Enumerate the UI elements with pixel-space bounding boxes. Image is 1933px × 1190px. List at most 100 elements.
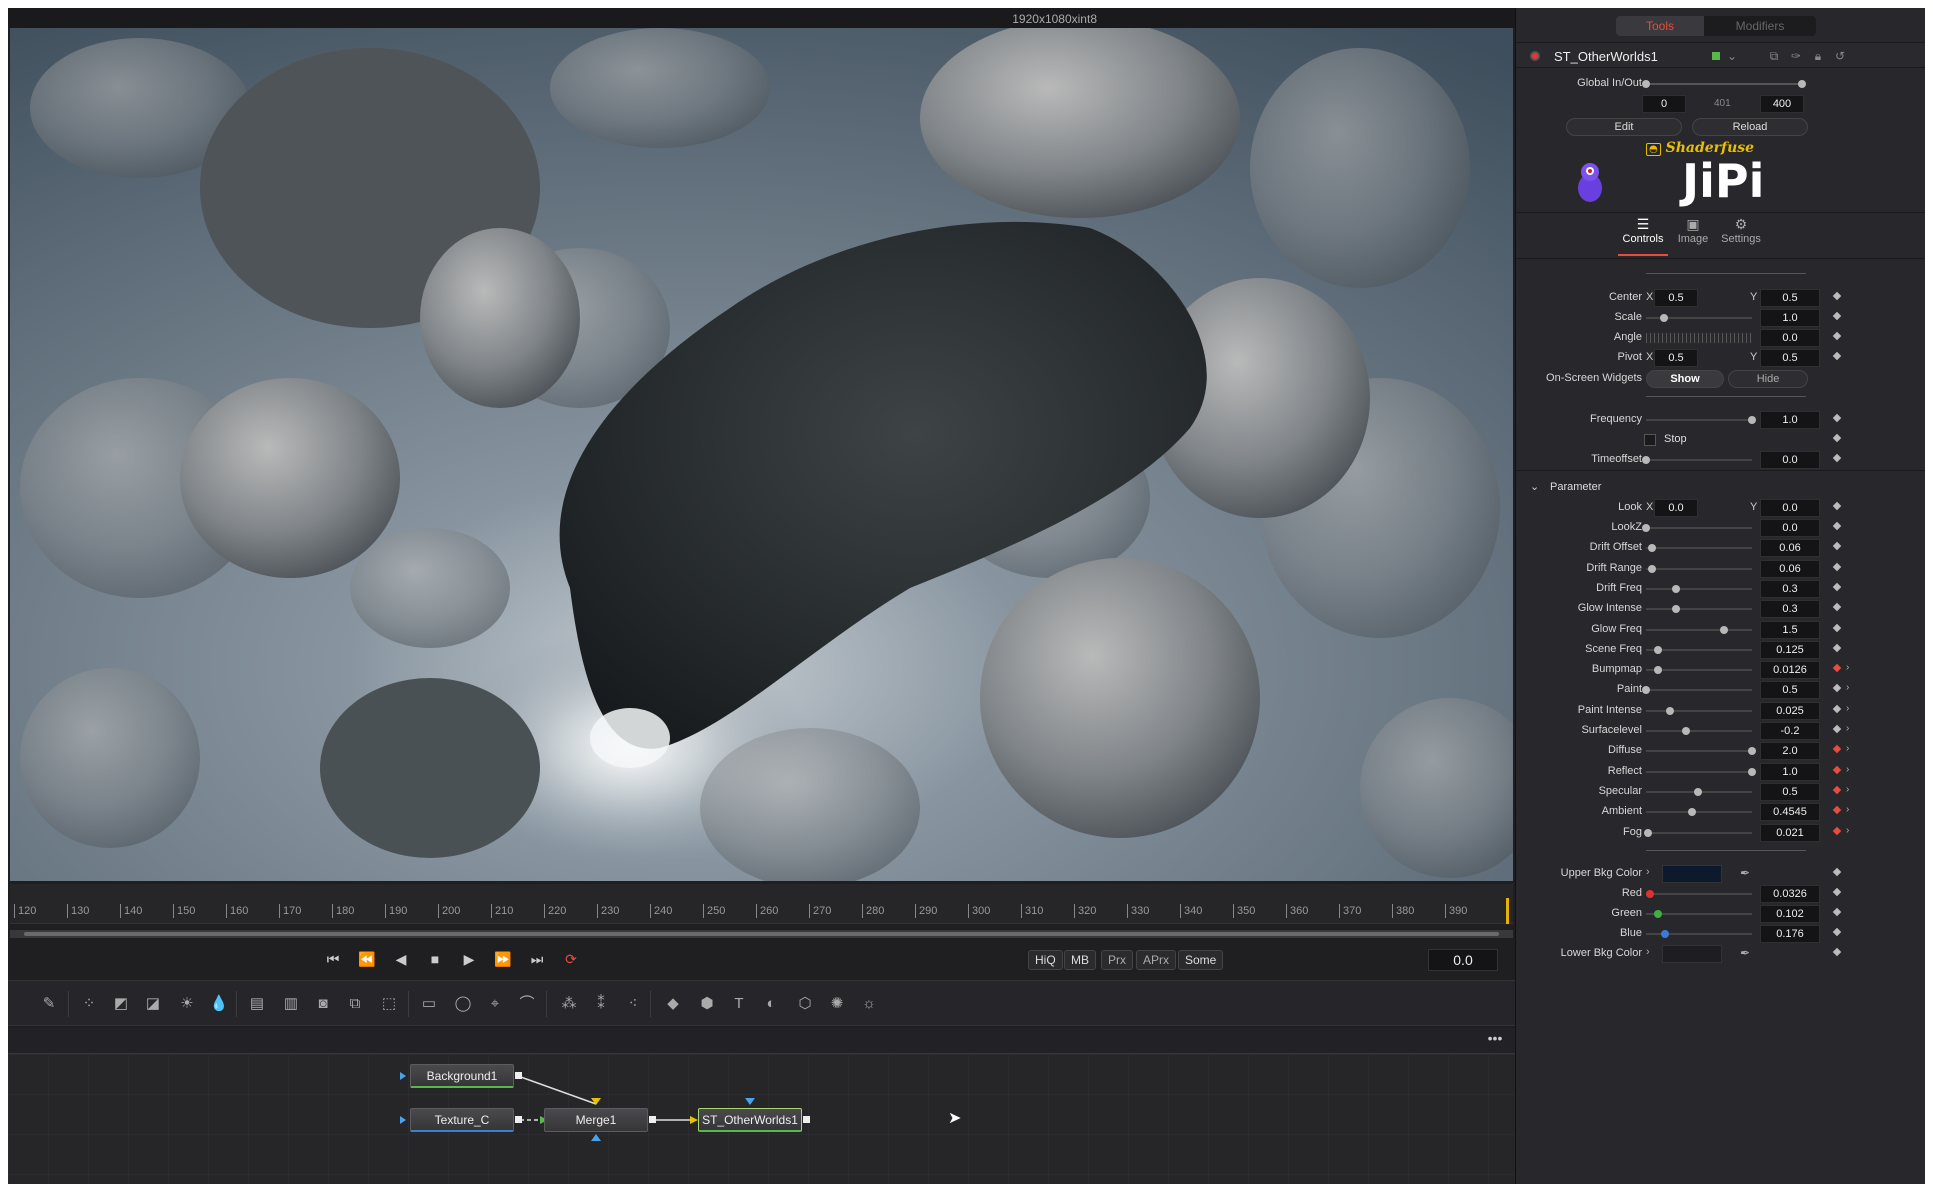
stop-button[interactable]: ■ [422, 948, 448, 970]
reset-icon[interactable]: ↺ [1832, 49, 1848, 63]
play-reverse-button[interactable]: ◀ [388, 948, 414, 970]
keyframe-icon[interactable] [1832, 542, 1842, 551]
param-field[interactable]: 0.3 [1760, 600, 1820, 619]
node-output-port[interactable] [803, 1116, 810, 1123]
green-field[interactable]: 0.102 [1760, 905, 1820, 923]
keyframe-icon[interactable] [1832, 684, 1842, 693]
keyframe-icon[interactable] [1832, 602, 1842, 612]
tab-tools[interactable]: Tools [1616, 16, 1704, 36]
eyedropper-icon[interactable]: ✒ [1740, 946, 1750, 960]
particles-icon[interactable]: ⁘ [76, 991, 102, 1017]
particle-style-icon[interactable]: ⁖ [620, 991, 646, 1017]
image-plane-3d-icon[interactable]: ◆ [660, 991, 686, 1017]
node-st-otherworlds1[interactable]: ST_OtherWorlds1 [698, 1108, 802, 1132]
merge-3d-icon[interactable]: ◐ [758, 991, 784, 1017]
frequency-slider-knob[interactable] [1748, 416, 1756, 424]
keyframe-icon[interactable] [1832, 562, 1842, 571]
chevron-right-icon[interactable]: › [1846, 682, 1849, 693]
proxy-button[interactable]: Prx [1101, 950, 1133, 970]
timeoffset-slider[interactable] [1646, 459, 1752, 461]
param-slider-knob[interactable] [1672, 584, 1680, 593]
keyframe-icon[interactable] [1832, 501, 1842, 511]
param-slider-knob[interactable] [1666, 706, 1674, 715]
param-slider[interactable] [1646, 567, 1752, 570]
param-slider[interactable] [1646, 527, 1752, 529]
bspline-mask-icon[interactable]: ⌒ [514, 991, 540, 1017]
loop-icon[interactable]: ⟳ [558, 948, 584, 970]
param-field[interactable]: 0.4545 [1760, 803, 1820, 822]
ellipse-mask-icon[interactable]: ◯ [450, 991, 476, 1017]
param-field[interactable]: 1.5 [1760, 620, 1820, 639]
keyframe-icon[interactable] [1832, 704, 1842, 713]
go-to-start-button[interactable]: ⏮ [320, 948, 346, 970]
scale-slider-knob[interactable] [1660, 314, 1668, 322]
keyframe-icon[interactable] [1832, 927, 1842, 937]
upper-bkg-swatch[interactable] [1662, 865, 1722, 883]
keyframe-icon[interactable] [1832, 311, 1842, 321]
motion-blur-button[interactable]: MB [1064, 950, 1096, 970]
edit-button[interactable]: Edit [1566, 118, 1682, 136]
transform-icon[interactable]: ⬚ [376, 991, 402, 1017]
frequency-slider[interactable] [1646, 419, 1752, 421]
center-x-field[interactable]: 0.5 [1654, 289, 1698, 307]
green-slider-knob[interactable] [1654, 910, 1662, 918]
param-field[interactable]: 0.0 [1760, 519, 1820, 537]
param-slider-knob[interactable] [1642, 686, 1650, 695]
more-options-icon[interactable]: ••• [1483, 1031, 1507, 1048]
keyframe-icon[interactable] [1832, 765, 1842, 774]
range-start-handle[interactable] [1642, 80, 1650, 88]
shape-3d-icon[interactable]: ⬢ [694, 991, 720, 1017]
pivot-x-field[interactable]: 0.5 [1654, 349, 1698, 367]
param-slider[interactable] [1646, 628, 1752, 631]
param-slider[interactable] [1646, 770, 1752, 773]
keyframe-icon[interactable] [1832, 521, 1842, 531]
loader-icon[interactable]: ▤ [244, 991, 270, 1017]
blue-slider-knob[interactable] [1661, 930, 1669, 938]
frequency-field[interactable]: 1.0 [1760, 411, 1820, 429]
chevron-right-icon[interactable]: › [1646, 946, 1650, 958]
keyframe-icon[interactable] [1832, 947, 1842, 957]
keyframe-icon[interactable] [1832, 351, 1842, 361]
param-slider-knob[interactable] [1688, 808, 1696, 817]
keyframe-icon[interactable] [1832, 582, 1842, 592]
param-slider[interactable] [1646, 750, 1752, 753]
node-output-port[interactable] [649, 1116, 656, 1123]
param-field[interactable]: 0.0126 [1760, 661, 1820, 680]
node-texture-c[interactable]: Texture_C [410, 1108, 514, 1132]
keyframe-icon[interactable] [1832, 623, 1842, 632]
red-slider-knob[interactable] [1646, 890, 1654, 898]
keyframe-icon[interactable] [1832, 331, 1842, 341]
chevron-right-icon[interactable]: › [1846, 662, 1849, 673]
step-back-button[interactable]: ⏪ [354, 948, 380, 970]
light-3d-icon[interactable]: ☼ [856, 991, 882, 1017]
subtab-controls[interactable]: ☰ Controls [1618, 216, 1668, 256]
rectangle-mask-icon[interactable]: ▭ [416, 991, 442, 1017]
droplet-icon[interactable]: 💧 [206, 991, 232, 1017]
color-curves-icon[interactable]: ◪ [140, 991, 166, 1017]
show-widgets-button[interactable]: Show [1646, 370, 1724, 388]
chevron-right-icon[interactable]: › [1846, 784, 1849, 795]
play-button[interactable]: ▶ [456, 948, 482, 970]
keyframe-icon[interactable] [1832, 663, 1842, 673]
keyframe-icon[interactable] [1832, 887, 1842, 897]
timeoffset-field[interactable]: 0.0 [1760, 451, 1820, 469]
timeline-ruler[interactable]: 120 130 140 150 160 170 180 190 200 210 … [10, 884, 1513, 924]
angle-field[interactable]: 0.0 [1760, 329, 1820, 347]
param-field[interactable]: 0.025 [1760, 701, 1820, 720]
tool-enable-icon[interactable] [1530, 51, 1540, 61]
chevron-right-icon[interactable]: › [1846, 825, 1849, 836]
param-field[interactable]: 0.125 [1760, 640, 1820, 659]
param-slider-knob[interactable] [1748, 767, 1756, 776]
subtab-settings[interactable]: ⚙ Settings [1716, 216, 1766, 256]
pivot-y-field[interactable]: 0.5 [1760, 349, 1820, 367]
param-slider-knob[interactable] [1748, 747, 1756, 756]
keyframe-icon[interactable] [1832, 291, 1842, 301]
chevron-right-icon[interactable]: › [1646, 866, 1650, 878]
param-field[interactable]: 0.06 [1760, 539, 1820, 558]
angle-thumbwheel[interactable] [1646, 333, 1752, 343]
param-slider-knob[interactable] [1642, 524, 1650, 532]
param-field[interactable]: 0.3 [1760, 579, 1820, 598]
eyedropper-icon[interactable]: ✒ [1740, 866, 1750, 880]
viewer-image[interactable] [10, 28, 1513, 881]
current-time-field[interactable]: 0.0 [1428, 949, 1498, 971]
